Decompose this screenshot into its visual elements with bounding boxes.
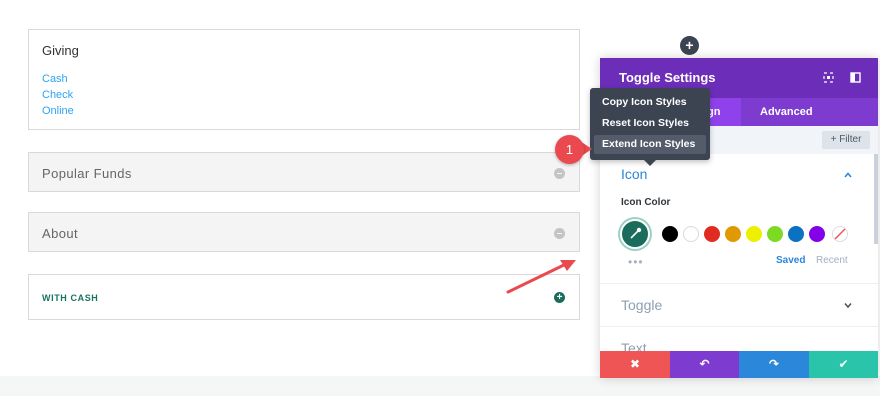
plus-icon: + [830, 134, 840, 145]
sidebar-toggle-icon[interactable] [850, 72, 861, 83]
add-row-plus-icon[interactable]: + [680, 36, 699, 55]
color-swatch-orange[interactable] [725, 226, 741, 242]
link-online[interactable]: Online [42, 103, 579, 119]
menu-item-copy-icon-styles[interactable]: Copy Icon Styles [594, 93, 706, 112]
divider [600, 283, 878, 284]
icon-color-label: Icon Color [621, 197, 671, 208]
color-swatch-red[interactable] [704, 226, 720, 242]
save-button[interactable]: ✔ [809, 351, 878, 378]
eyedropper-icon [630, 227, 642, 239]
toggle-popular-funds-title: Popular Funds [42, 166, 132, 181]
toggle-about-title: About [42, 226, 78, 241]
filter-button[interactable]: + Filter [822, 131, 870, 149]
collapse-icon [554, 228, 565, 239]
annotation-step-badge: 1 [555, 135, 584, 164]
filter-label: Filter [839, 134, 862, 145]
more-colors-icon[interactable]: ••• [628, 255, 644, 269]
menu-item-extend-icon-styles[interactable]: Extend Icon Styles [594, 135, 706, 154]
toggle-with-cash[interactable]: WITH CASH + [28, 274, 580, 320]
toggle-giving-title: Giving [42, 43, 79, 58]
annotation-arrow [506, 260, 576, 294]
toggle-giving[interactable]: Giving Cash Check Online [28, 29, 580, 130]
chevron-down-icon[interactable] [844, 301, 852, 309]
color-swatch-black[interactable] [662, 226, 678, 242]
color-swatch-blue[interactable] [788, 226, 804, 242]
toggle-with-cash-title: WITH CASH [42, 293, 99, 303]
no-color-icon[interactable] [832, 226, 848, 242]
panel-footer: ✖ ↶ ↷ ✔ [600, 351, 878, 378]
color-swatch-purple[interactable] [809, 226, 825, 242]
recent-colors-tab[interactable]: Recent [816, 255, 848, 266]
color-swatch-white[interactable] [683, 226, 699, 242]
expand-icon[interactable] [823, 72, 834, 83]
link-cash[interactable]: Cash [42, 71, 579, 87]
saved-colors-tab[interactable]: Saved [776, 255, 805, 266]
collapse-icon [554, 168, 565, 179]
panel-title: Toggle Settings [619, 70, 716, 85]
panel-scrollbar[interactable] [874, 154, 878, 244]
color-swatch-green[interactable] [767, 226, 783, 242]
toggle-about[interactable]: About [28, 212, 580, 252]
icon-styles-context-menu: Copy Icon Styles Reset Icon Styles Exten… [590, 88, 710, 166]
section-icon-title[interactable]: Icon [621, 166, 647, 182]
menu-item-reset-icon-styles[interactable]: Reset Icon Styles [594, 114, 706, 133]
divider [600, 326, 878, 327]
link-check[interactable]: Check [42, 87, 579, 103]
section-toggle-title[interactable]: Toggle [621, 297, 662, 313]
undo-button[interactable]: ↶ [670, 351, 739, 378]
tab-advanced[interactable]: Advanced [760, 106, 813, 118]
page-bottom-band [0, 376, 880, 396]
color-swatch-yellow[interactable] [746, 226, 762, 242]
toggle-popular-funds[interactable]: Popular Funds [28, 152, 580, 192]
chevron-up-icon[interactable] [844, 171, 852, 179]
color-picker-button[interactable] [620, 219, 650, 249]
redo-button[interactable]: ↷ [739, 351, 809, 378]
cancel-button[interactable]: ✖ [600, 351, 670, 378]
